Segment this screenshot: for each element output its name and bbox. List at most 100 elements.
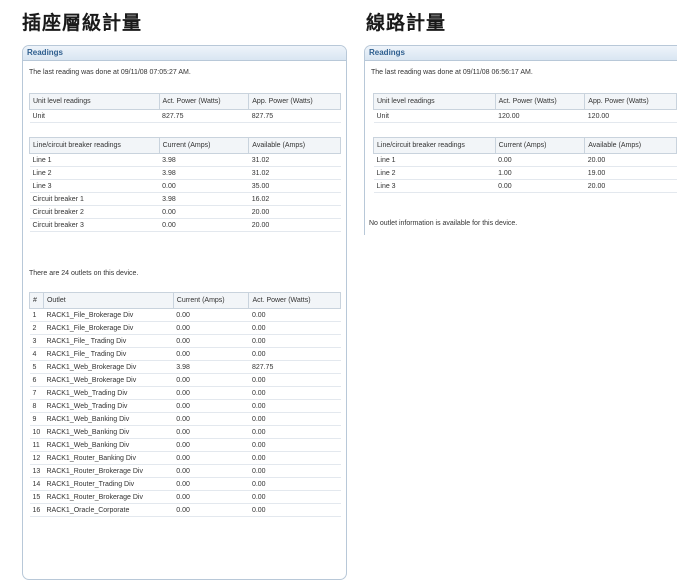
right-readings-panel: Readings The last reading was done at 09…: [364, 45, 677, 235]
table-cell: 0.00: [248, 386, 341, 400]
table-row: Unit 827.75 827.75: [29, 109, 341, 123]
table-cell: RACK1_Web_Brokerage Div: [43, 360, 174, 374]
table-row: Line 2 1.00 19.00: [373, 166, 677, 180]
table-cell: Line 1: [373, 153, 496, 167]
table-cell: 0.00: [248, 399, 341, 413]
table-cell: 0.00: [173, 347, 249, 361]
table-cell: 15: [29, 490, 44, 504]
table-cell: 6: [29, 373, 44, 387]
table-cell: 0.00: [248, 438, 341, 452]
table-cell: 35.00: [248, 179, 341, 193]
table-cell: 0.00: [173, 464, 249, 478]
table-cell: RACK1_Oracle_Corporate: [43, 503, 174, 517]
left-readings-panel: Readings The last reading was done at 09…: [22, 45, 347, 580]
table-row: 3 RACK1_File_ Trading Div 0.00 0.00: [29, 334, 341, 348]
table-cell: 0.00: [173, 399, 249, 413]
table-cell: 0.00: [173, 490, 249, 504]
table-cell: 3.98: [173, 360, 249, 374]
unit-level-table: Unit level readings Act. Power (Watts) App…: [373, 93, 677, 123]
table-cell: 827.75: [248, 109, 341, 123]
column-header: Current (Amps): [158, 137, 250, 154]
table-cell: 3.98: [159, 166, 249, 180]
table-row: 16 RACK1_Oracle_Corporate 0.00 0.00: [29, 503, 341, 517]
table-cell: 13: [29, 464, 44, 478]
table-row: 8 RACK1_Web_Trading Div 0.00 0.00: [29, 399, 341, 413]
table-cell: 0.00: [248, 451, 341, 465]
column-header: Outlet: [42, 292, 174, 309]
table-cell: RACK1_Web_Banking Div: [43, 425, 174, 439]
column-header: Available (Amps): [584, 137, 677, 154]
table-row: 14 RACK1_Router_Trading Div 0.00 0.00: [29, 477, 341, 491]
table-cell: 0.00: [248, 373, 341, 387]
table-cell: 0.00: [495, 179, 585, 193]
table-cell: Line 3: [29, 179, 160, 193]
table-cell: Circuit breaker 1: [29, 192, 160, 206]
table-cell: Line 2: [29, 166, 160, 180]
table-cell: 0.00: [159, 205, 249, 219]
table-row: Line 1 3.98 31.02: [29, 153, 341, 167]
line-breaker-table: Line/circuit breaker readings Current (Am…: [373, 137, 677, 193]
last-reading-text: The last reading was done at 09/11/08 06…: [371, 69, 533, 76]
table-row: 1 RACK1_File_Brokerage Div 0.00 0.00: [29, 308, 341, 322]
table-cell: 0.00: [248, 477, 341, 491]
table-cell: 0.00: [173, 425, 249, 439]
table-cell: 7: [29, 386, 44, 400]
table-cell: Unit: [29, 109, 160, 123]
table-cell: 19.00: [584, 166, 677, 180]
column-header: Line/circuit breaker readings: [373, 137, 496, 154]
column-header: Act. Power (Watts): [494, 93, 586, 110]
table-cell: RACK1_Router_Trading Div: [43, 477, 174, 491]
table-row: 7 RACK1_Web_Trading Div 0.00 0.00: [29, 386, 341, 400]
table-cell: 3: [29, 334, 44, 348]
table-cell: 0.00: [173, 321, 249, 335]
table-row: 5 RACK1_Web_Brokerage Div 3.98 827.75: [29, 360, 341, 374]
table-row: 11 RACK1_Web_Banking Div 0.00 0.00: [29, 438, 341, 452]
table-row: 4 RACK1_File_ Trading Div 0.00 0.00: [29, 347, 341, 361]
outlet-count-text: There are 24 outlets on this device.: [29, 270, 139, 277]
table-cell: 3.98: [159, 192, 249, 206]
table-cell: RACK1_File_ Trading Div: [43, 347, 174, 361]
table-cell: 16: [29, 503, 44, 517]
table-cell: RACK1_Router_Brokerage Div: [43, 464, 174, 478]
table-row: 6 RACK1_Web_Brokerage Div 0.00 0.00: [29, 373, 341, 387]
table-cell: 4: [29, 347, 44, 361]
table-cell: 0.00: [173, 412, 249, 426]
table-row: Circuit breaker 2 0.00 20.00: [29, 205, 341, 219]
table-row: Line 1 0.00 20.00: [373, 153, 677, 167]
table-cell: RACK1_Web_Trading Div: [43, 399, 174, 413]
table-cell: RACK1_Web_Banking Div: [43, 412, 174, 426]
table-row: Line 3 0.00 20.00: [373, 179, 677, 193]
table-cell: Line 3: [373, 179, 496, 193]
column-header: Line/circuit breaker readings: [29, 137, 160, 154]
table-cell: 0.00: [173, 477, 249, 491]
table-row: Unit 120.00 120.00: [373, 109, 677, 123]
table-cell: RACK1_Web_Trading Div: [43, 386, 174, 400]
table-cell: 14: [29, 477, 44, 491]
table-cell: 0.00: [159, 218, 249, 232]
table-cell: 0.00: [173, 438, 249, 452]
column-header: Available (Amps): [248, 137, 341, 154]
unit-level-table: Unit level readings Act. Power (Watts) App…: [29, 93, 341, 123]
table-cell: 0.00: [173, 386, 249, 400]
table-cell: RACK1_Web_Banking Div: [43, 438, 174, 452]
table-row: Circuit breaker 1 3.98 16.02: [29, 192, 341, 206]
table-cell: Circuit breaker 2: [29, 205, 160, 219]
table-row: 13 RACK1_Router_Brokerage Div 0.00 0.00: [29, 464, 341, 478]
no-outlet-text: No outlet information is available for t…: [369, 220, 518, 227]
table-row: 9 RACK1_Web_Banking Div 0.00 0.00: [29, 412, 341, 426]
column-header: Act. Power (Watts): [158, 93, 250, 110]
table-cell: 0.00: [173, 451, 249, 465]
table-cell: RACK1_Web_Brokerage Div: [43, 373, 174, 387]
table-cell: 0.00: [248, 321, 341, 335]
table-cell: 10: [29, 425, 44, 439]
table-cell: 8: [29, 399, 44, 413]
table-cell: 31.02: [248, 166, 341, 180]
table-cell: 0.00: [159, 179, 249, 193]
line-breaker-table: Line/circuit breaker readings Current (Am…: [29, 137, 341, 232]
column-header: App. Power (Watts): [248, 93, 341, 110]
table-cell: 0.00: [173, 373, 249, 387]
table-cell: 827.75: [248, 360, 341, 374]
table-row: 2 RACK1_File_Brokerage Div 0.00 0.00: [29, 321, 341, 335]
table-cell: 0.00: [248, 490, 341, 504]
heading-line-metering: 線路計量: [366, 12, 447, 34]
